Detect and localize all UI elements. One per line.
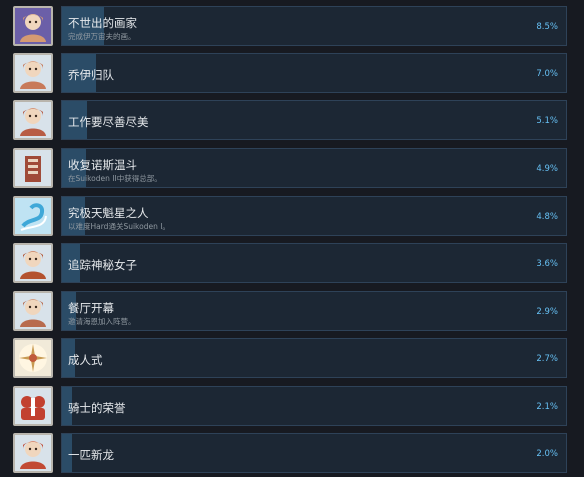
achievement-row[interactable]: 工作要尽善尽美 5.1% [6,100,567,140]
chef-portrait-icon [13,291,53,331]
dragon-rider-icon [13,433,53,473]
achievement-row[interactable]: 乔伊归队 7.0% [6,53,567,93]
unlock-percentage: 3.6% [536,259,558,269]
achievement-row[interactable]: 骑士的荣誉 2.1% [6,386,567,426]
unlock-percentage: 5.1% [536,116,558,126]
achievement-progress-panel: 餐厅开幕邀请海恩加入阵营。 2.9% [61,291,567,331]
achievement-progress-panel: 骑士的荣誉 2.1% [61,386,567,426]
achievement-progress-panel: 究极天魁星之人以难度Hard通关Suikoden I。 4.8% [61,196,567,236]
achievement-row[interactable]: 餐厅开幕邀请海恩加入阵营。 2.9% [6,291,567,331]
achievement-row[interactable]: 收复诺斯温斗在Suikoden II中获得总部。 4.9% [6,148,567,188]
achievement-title: 收复诺斯温斗 [68,158,137,172]
achievement-title: 一匹新龙 [68,448,114,462]
unlock-percentage: 2.0% [536,449,558,459]
unlock-percentage: 2.1% [536,402,558,412]
character-portrait-icon [13,53,53,93]
achievement-row[interactable]: 不世出的画家完成伊万宙夫的画。 8.5% [6,6,567,46]
achievement-progress-panel: 成人式 2.7% [61,338,567,378]
castle-icon [13,148,53,188]
unlock-percentage: 2.9% [536,307,558,317]
achievement-description: 在Suikoden II中获得总部。 [68,174,162,183]
painter-portrait-icon [13,6,53,46]
achievement-progress-panel: 收复诺斯温斗在Suikoden II中获得总部。 4.9% [61,148,567,188]
achievement-description: 邀请海恩加入阵营。 [68,317,136,326]
character-portrait-icon [13,243,53,283]
achievement-row[interactable]: 一匹新龙 2.0% [6,433,567,473]
unlock-percentage: 4.8% [536,212,558,222]
achievement-title: 乔伊归队 [68,68,114,82]
achievement-description: 完成伊万宙夫的画。 [68,32,136,41]
achievement-progress-panel: 追踪神秘女子 3.6% [61,243,567,283]
achievement-row[interactable]: 成人式 2.7% [6,338,567,378]
achievement-row[interactable]: 究极天魁星之人以难度Hard通关Suikoden I。 4.8% [6,196,567,236]
achievement-list: 不世出的画家完成伊万宙夫的画。 8.5% 乔伊归队 7.0% 工作要尽善尽美 5.1% 收复… [0,0,584,477]
achievement-progress-panel: 工作要尽善尽美 5.1% [61,100,567,140]
achievement-progress-panel: 一匹新龙 2.0% [61,433,567,473]
unlock-percentage: 2.7% [536,354,558,364]
unlock-percentage: 7.0% [536,69,558,79]
achievement-progress-panel: 乔伊归队 7.0% [61,53,567,93]
character-portrait-icon [13,100,53,140]
achievement-title: 餐厅开幕 [68,301,114,315]
achievement-title: 追踪神秘女子 [68,258,137,272]
water-swirl-icon [13,196,53,236]
achievement-description: 以难度Hard通关Suikoden I。 [68,222,170,231]
unlock-percentage: 8.5% [536,22,558,32]
ceremony-icon [13,338,53,378]
achievement-title: 不世出的画家 [68,16,137,30]
achievement-title: 工作要尽善尽美 [68,115,149,129]
knights-icon [13,386,53,426]
achievement-title: 究极天魁星之人 [68,206,149,220]
achievement-row[interactable]: 追踪神秘女子 3.6% [6,243,567,283]
achievement-title: 成人式 [68,353,103,367]
achievement-progress-panel: 不世出的画家完成伊万宙夫的画。 8.5% [61,6,567,46]
unlock-percentage: 4.9% [536,164,558,174]
achievement-title: 骑士的荣誉 [68,401,126,415]
